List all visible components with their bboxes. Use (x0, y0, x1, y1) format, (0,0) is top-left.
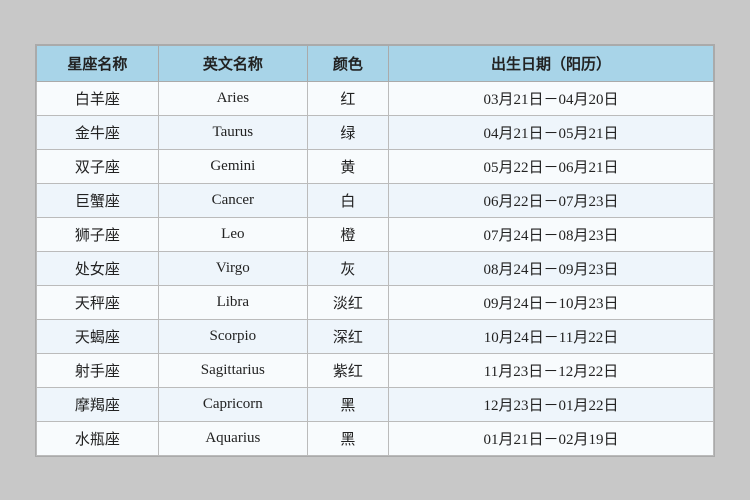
table-row: 天蝎座Scorpio深红10月24日－11月22日 (37, 319, 714, 353)
table-row: 射手座Sagittarius紫红11月23日－12月22日 (37, 353, 714, 387)
cell-color: 灰 (307, 251, 388, 285)
header-color: 颜色 (307, 45, 388, 81)
cell-color: 紫红 (307, 353, 388, 387)
table-row: 金牛座Taurus绿04月21日－05月21日 (37, 115, 714, 149)
table-row: 水瓶座Aquarius黑01月21日－02月19日 (37, 421, 714, 455)
cell-en-name: Virgo (158, 251, 307, 285)
cell-date: 04月21日－05月21日 (389, 115, 714, 149)
cell-cn-name: 水瓶座 (37, 421, 159, 455)
cell-cn-name: 摩羯座 (37, 387, 159, 421)
cell-cn-name: 天秤座 (37, 285, 159, 319)
table-row: 摩羯座Capricorn黑12月23日－01月22日 (37, 387, 714, 421)
cell-en-name: Sagittarius (158, 353, 307, 387)
cell-en-name: Aries (158, 81, 307, 115)
cell-date: 06月22日－07月23日 (389, 183, 714, 217)
cell-cn-name: 处女座 (37, 251, 159, 285)
cell-date: 05月22日－06月21日 (389, 149, 714, 183)
cell-color: 橙 (307, 217, 388, 251)
zodiac-table: 星座名称 英文名称 颜色 出生日期（阳历） 白羊座Aries红03月21日－04… (36, 45, 714, 456)
cell-cn-name: 金牛座 (37, 115, 159, 149)
table-row: 白羊座Aries红03月21日－04月20日 (37, 81, 714, 115)
cell-en-name: Gemini (158, 149, 307, 183)
cell-color: 绿 (307, 115, 388, 149)
table-body: 白羊座Aries红03月21日－04月20日金牛座Taurus绿04月21日－0… (37, 81, 714, 455)
table-row: 天秤座Libra淡红09月24日－10月23日 (37, 285, 714, 319)
cell-date: 11月23日－12月22日 (389, 353, 714, 387)
cell-color: 白 (307, 183, 388, 217)
cell-color: 淡红 (307, 285, 388, 319)
cell-cn-name: 射手座 (37, 353, 159, 387)
table-header-row: 星座名称 英文名称 颜色 出生日期（阳历） (37, 45, 714, 81)
cell-en-name: Taurus (158, 115, 307, 149)
cell-cn-name: 白羊座 (37, 81, 159, 115)
cell-color: 黄 (307, 149, 388, 183)
cell-cn-name: 巨蟹座 (37, 183, 159, 217)
cell-cn-name: 狮子座 (37, 217, 159, 251)
cell-cn-name: 天蝎座 (37, 319, 159, 353)
cell-en-name: Cancer (158, 183, 307, 217)
cell-date: 12月23日－01月22日 (389, 387, 714, 421)
cell-color: 深红 (307, 319, 388, 353)
cell-date: 03月21日－04月20日 (389, 81, 714, 115)
zodiac-table-container: 星座名称 英文名称 颜色 出生日期（阳历） 白羊座Aries红03月21日－04… (35, 44, 715, 457)
header-cn-name: 星座名称 (37, 45, 159, 81)
cell-en-name: Libra (158, 285, 307, 319)
cell-cn-name: 双子座 (37, 149, 159, 183)
cell-color: 黑 (307, 421, 388, 455)
header-date: 出生日期（阳历） (389, 45, 714, 81)
cell-en-name: Leo (158, 217, 307, 251)
cell-date: 07月24日－08月23日 (389, 217, 714, 251)
cell-en-name: Scorpio (158, 319, 307, 353)
cell-date: 10月24日－11月22日 (389, 319, 714, 353)
table-row: 巨蟹座Cancer白06月22日－07月23日 (37, 183, 714, 217)
cell-date: 09月24日－10月23日 (389, 285, 714, 319)
cell-en-name: Aquarius (158, 421, 307, 455)
table-row: 双子座Gemini黄05月22日－06月21日 (37, 149, 714, 183)
header-en-name: 英文名称 (158, 45, 307, 81)
table-row: 狮子座Leo橙07月24日－08月23日 (37, 217, 714, 251)
cell-date: 01月21日－02月19日 (389, 421, 714, 455)
cell-date: 08月24日－09月23日 (389, 251, 714, 285)
cell-color: 红 (307, 81, 388, 115)
cell-en-name: Capricorn (158, 387, 307, 421)
cell-color: 黑 (307, 387, 388, 421)
table-row: 处女座Virgo灰08月24日－09月23日 (37, 251, 714, 285)
